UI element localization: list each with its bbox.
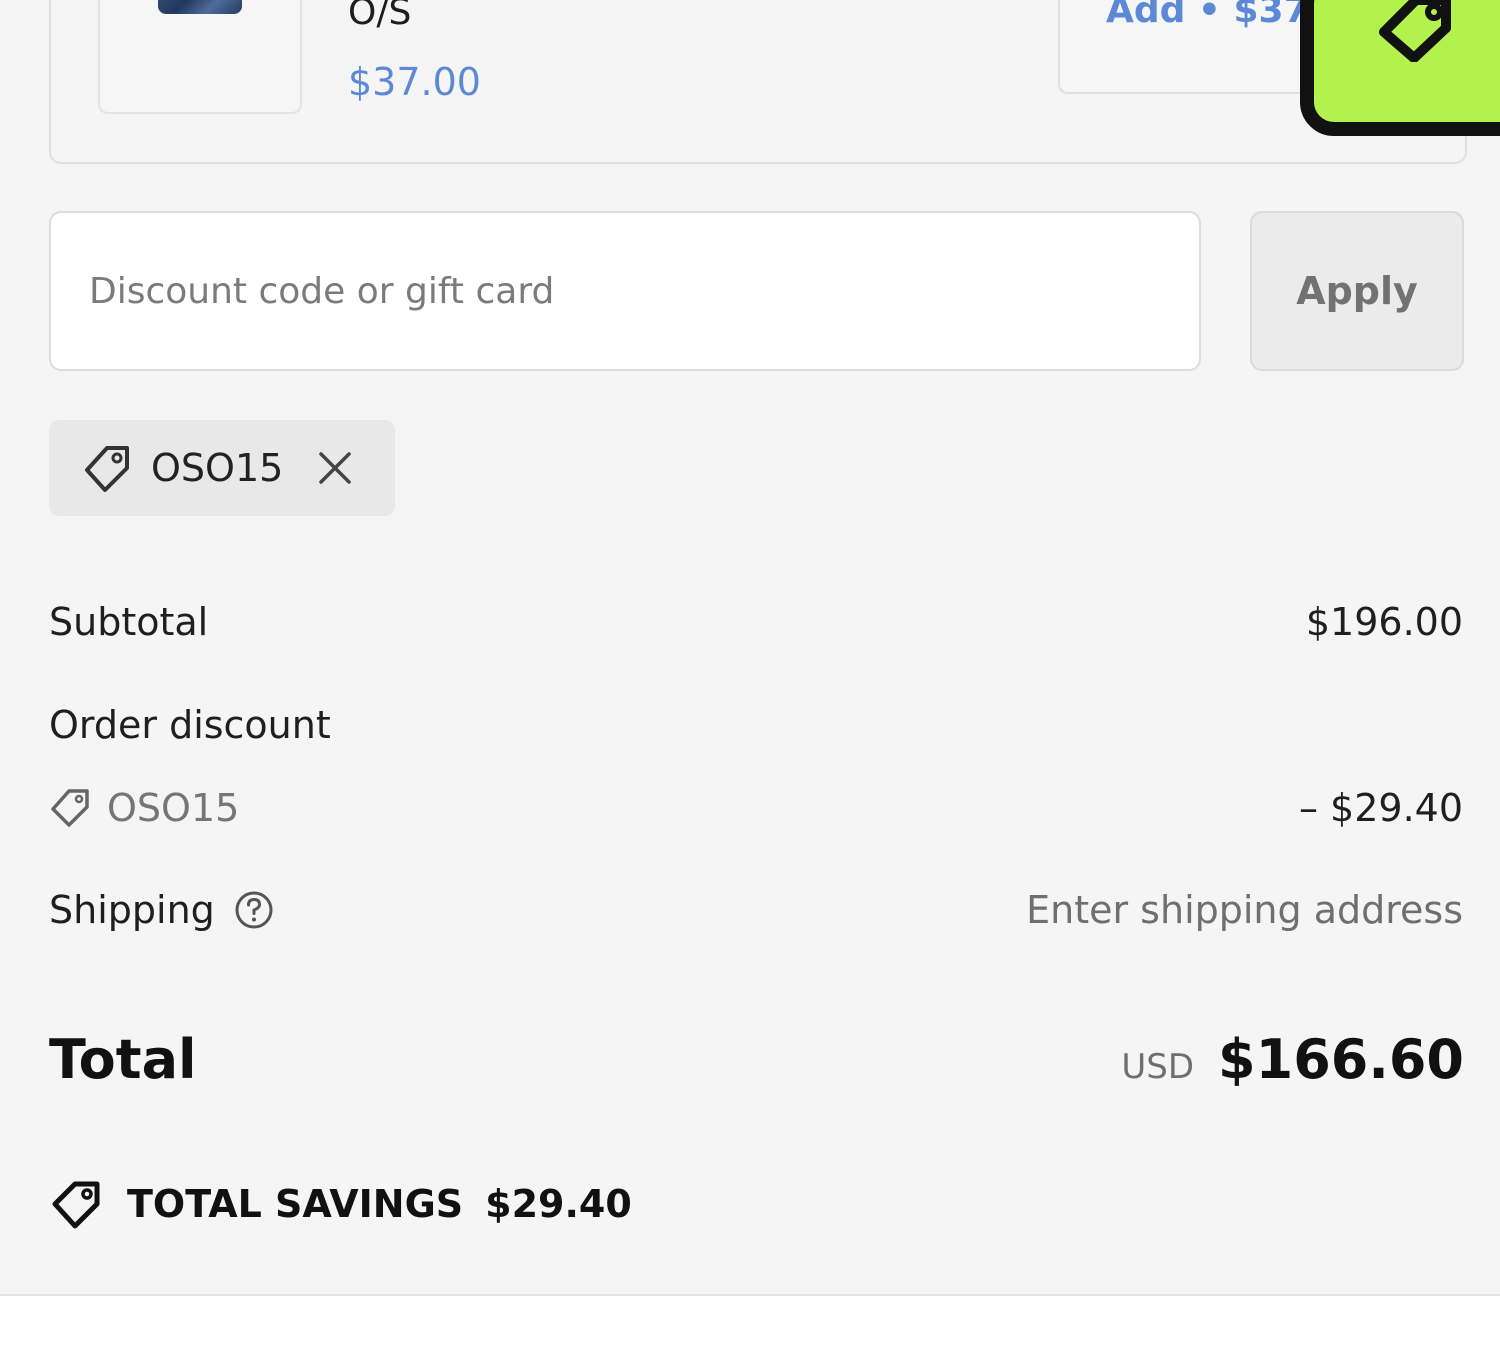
order-discount-label: Order discount (49, 703, 331, 747)
total-value-group: USD $166.60 (1121, 1028, 1464, 1091)
total-savings-label: TOTAL SAVINGS (127, 1182, 464, 1226)
tag-icon (49, 1178, 105, 1230)
discount-code-input[interactable] (49, 211, 1201, 371)
subtotal-label: Subtotal (49, 600, 209, 644)
subtotal-value: $196.00 (1305, 600, 1463, 644)
tag-icon (49, 787, 91, 829)
order-summary-panel: O/S $37.00 Add • $37 Apply OSO15 Subtota… (0, 0, 1500, 1296)
remove-discount-button[interactable] (317, 450, 353, 486)
upsell-product-thumbnail (98, 0, 302, 114)
shipping-row: Shipping Enter shipping address (49, 888, 1463, 938)
total-amount: $166.60 (1218, 1028, 1464, 1091)
discount-widget-button[interactable] (1300, 0, 1500, 136)
applied-discount-code: OSO15 (151, 446, 284, 490)
tag-icon (81, 442, 133, 494)
total-label: Total (49, 1028, 197, 1091)
applied-discount-chip: OSO15 (49, 420, 395, 516)
subtotal-row: Subtotal $196.00 (49, 600, 1463, 650)
upsell-variant: O/S (348, 0, 412, 33)
product-image (158, 0, 242, 14)
currency-code: USD (1121, 1047, 1195, 1087)
tag-icon (1379, 0, 1451, 62)
close-icon (319, 452, 352, 484)
discount-amount: – $29.40 (1298, 786, 1463, 830)
shipping-value: Enter shipping address (1026, 888, 1463, 932)
help-icon[interactable] (233, 889, 275, 931)
apply-button[interactable]: Apply (1250, 211, 1464, 371)
total-savings: TOTAL SAVINGS $29.40 (49, 1178, 632, 1230)
order-discount-row: Order discount (49, 703, 1463, 753)
discount-code-row: OSO15 – $29.40 (49, 786, 1463, 836)
total-savings-amount: $29.40 (485, 1182, 632, 1226)
shipping-label: Shipping (49, 888, 215, 932)
upsell-add-label: Add • $37 (1106, 0, 1309, 31)
upsell-price: $37.00 (348, 60, 481, 104)
discount-code-label: OSO15 (107, 786, 240, 830)
